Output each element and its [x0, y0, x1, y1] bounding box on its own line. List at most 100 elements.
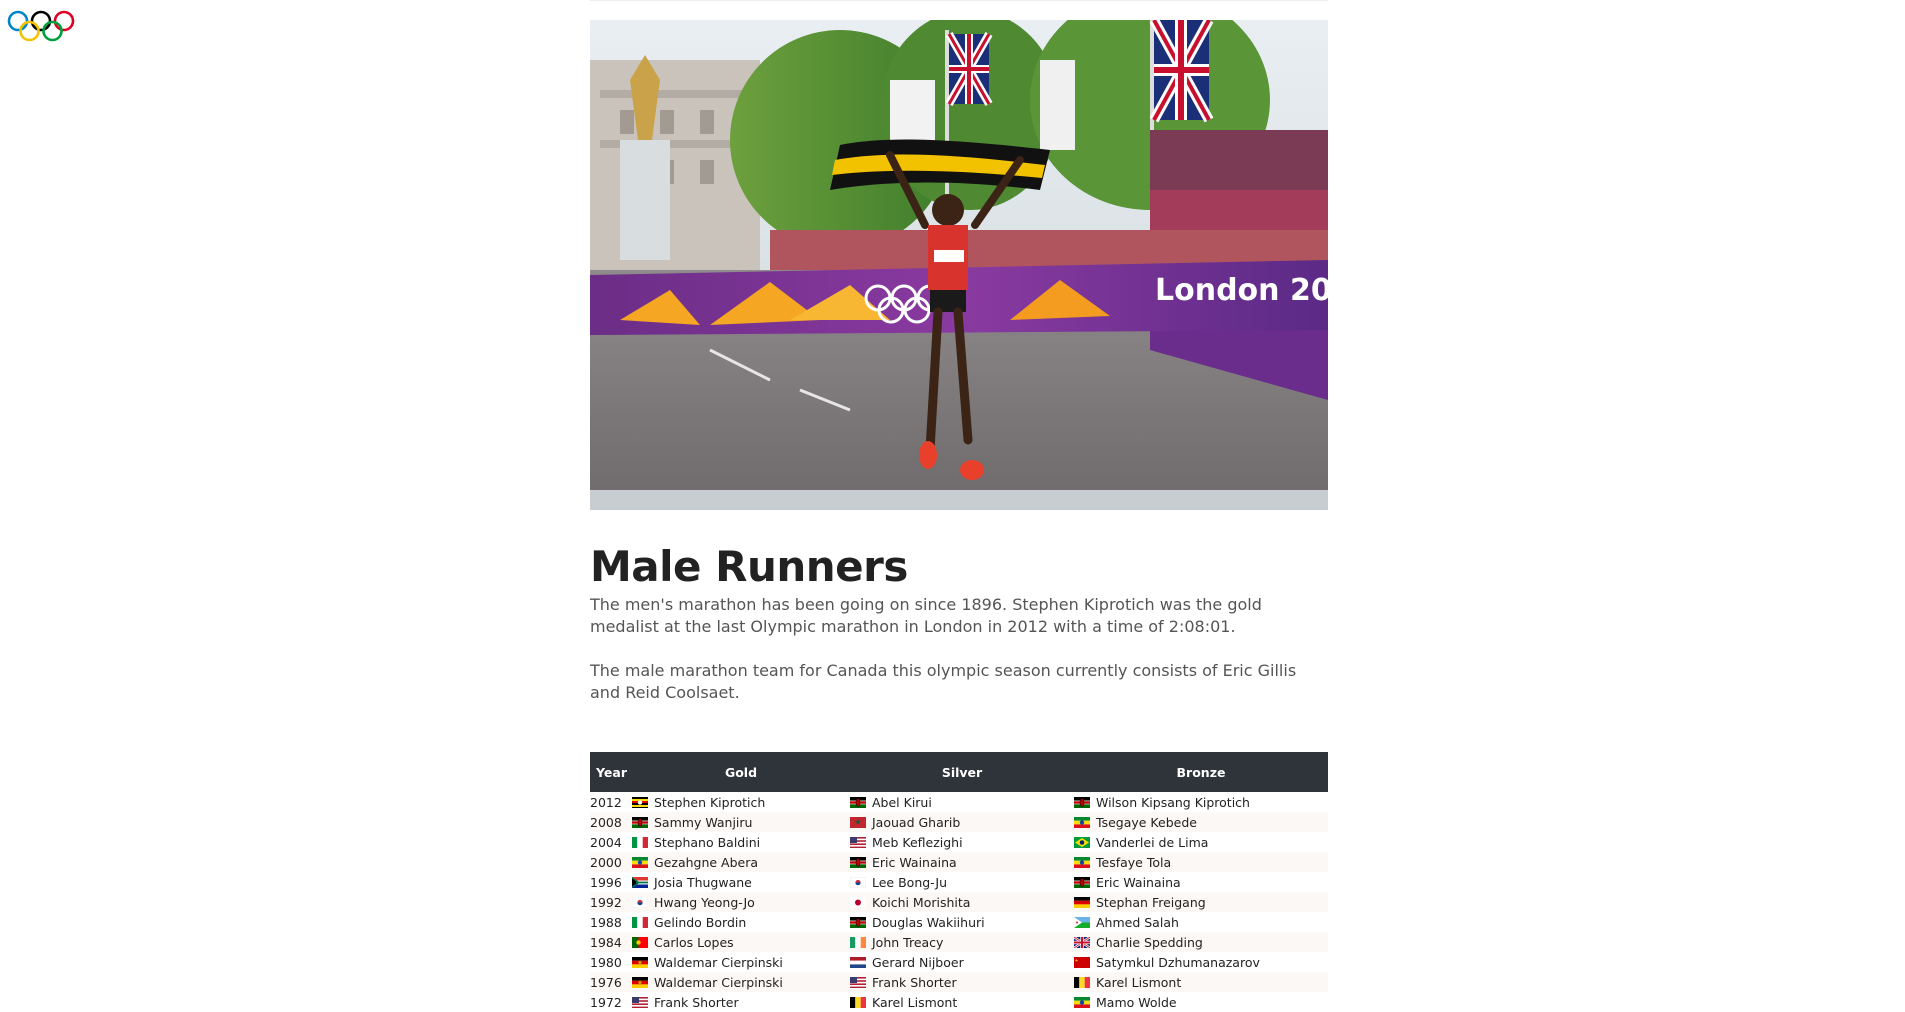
- gold-cell: Stephano Baldini: [632, 832, 850, 852]
- kenya-flag-icon: [850, 856, 866, 868]
- table-row: 1988 Gelindo Bordin Douglas Wakiihuri Ahmed…: [590, 912, 1328, 932]
- gold-athlete: Carlos Lopes: [654, 934, 734, 950]
- bronze-cell: Ahmed Salah: [1074, 912, 1328, 932]
- intro-paragraph: The men's marathon has been going on sin…: [590, 595, 1262, 636]
- header-silver: Silver: [850, 752, 1074, 792]
- bronze-athlete: Stephan Freigang: [1096, 894, 1206, 910]
- gold-cell: Waldemar Cierpinski: [632, 972, 850, 992]
- bronze-athlete: Mamo Wolde: [1096, 994, 1177, 1010]
- top-divider: [590, 0, 1328, 1]
- east-germany-flag-icon: [632, 956, 648, 968]
- ethiopia-flag-icon: [1074, 856, 1090, 868]
- ethiopia-flag-icon: [632, 856, 648, 868]
- djibouti-flag-icon: [1074, 916, 1090, 928]
- gold-cell: Frank Shorter: [632, 992, 850, 1012]
- gold-cell: Carlos Lopes: [632, 932, 850, 952]
- south-korea-flag-icon: [632, 896, 648, 908]
- table-row: 2008 Sammy Wanjiru Jaouad Gharib Tsegaye Ke…: [590, 812, 1328, 832]
- south-africa-flag-icon: [632, 876, 648, 888]
- silver-athlete: Eric Wainaina: [872, 854, 957, 870]
- belgium-flag-icon: [1074, 976, 1090, 988]
- silver-cell: Lee Bong-Ju: [850, 872, 1074, 892]
- table-row: 1992 Hwang Yeong-Jo Koichi Morishita Stepha…: [590, 892, 1328, 912]
- east-germany-flag-icon: [632, 976, 648, 988]
- year-cell: 2012: [590, 794, 622, 810]
- ethiopia-flag-icon: [1074, 816, 1090, 828]
- silver-athlete: Jaouad Gharib: [872, 814, 961, 830]
- gold-cell: Gezahgne Abera: [632, 852, 850, 872]
- gold-cell: Hwang Yeong-Jo: [632, 892, 850, 912]
- silver-athlete: Karel Lismont: [872, 994, 958, 1010]
- year-cell: 2008: [590, 812, 632, 832]
- brazil-flag-icon: [1074, 836, 1090, 848]
- page-title: Male Runners: [590, 542, 908, 591]
- bronze-athlete: Tesfaye Tola: [1096, 854, 1172, 870]
- gold-cell: Sammy Wanjiru: [632, 812, 850, 832]
- year-cell: 1988: [590, 914, 622, 930]
- netherlands-flag-icon: [850, 956, 866, 968]
- gold-cell: Josia Thugwane: [632, 872, 850, 892]
- gold-athlete: Waldemar Cierpinski: [654, 954, 783, 970]
- gold-cell: Gelindo Bordin: [632, 912, 850, 932]
- silver-athlete: Lee Bong-Ju: [872, 874, 947, 890]
- bronze-cell: Charlie Spedding: [1074, 932, 1328, 952]
- silver-athlete: Gerard Nijboer: [872, 954, 964, 970]
- bronze-cell: Tesfaye Tola: [1074, 852, 1328, 872]
- gold-athlete: Frank Shorter: [654, 994, 739, 1010]
- kenya-flag-icon: [850, 796, 866, 808]
- italy-flag-icon: [632, 836, 648, 848]
- olympic-rings-icon[interactable]: [6, 8, 76, 46]
- bronze-athlete: Satymkul Dzhumanazarov: [1096, 954, 1260, 970]
- bronze-athlete: Wilson Kipsang Kiprotich: [1096, 794, 1250, 810]
- bronze-cell: Mamo Wolde: [1074, 992, 1328, 1012]
- gold-cell: Stephen Kiprotich: [632, 792, 850, 812]
- morocco-flag-icon: [850, 816, 866, 828]
- year-cell: 1976: [590, 972, 632, 992]
- kenya-flag-icon: [1074, 876, 1090, 888]
- team-paragraph: The male marathon team for Canada this o…: [590, 661, 1297, 702]
- silver-athlete: Meb Keflezighi: [872, 834, 963, 850]
- bronze-cell: Stephan Freigang: [1074, 892, 1328, 912]
- usa-flag-icon: [850, 976, 866, 988]
- header-gold: Gold: [632, 752, 850, 792]
- silver-athlete: Frank Shorter: [872, 974, 957, 990]
- germany-flag-icon: [1074, 896, 1090, 908]
- gold-athlete: Sammy Wanjiru: [654, 814, 753, 830]
- silver-athlete: John Treacy: [872, 934, 944, 950]
- table-row: 1972 Frank Shorter Karel Lismont Mamo Wolde: [590, 992, 1328, 1012]
- marathon-finish-photo: London 2012: [590, 20, 1328, 510]
- ussr-flag-icon: [1074, 956, 1090, 968]
- uganda-flag-icon: [632, 796, 648, 808]
- gold-athlete: Stephano Baldini: [654, 834, 761, 850]
- table-row: 2004 Stephano Baldini Meb Keflezighi Vander…: [590, 832, 1328, 852]
- uk-flag-icon: [1074, 936, 1090, 948]
- table-row: 2012 Stephen Kiprotich Abel Kirui Wilson Ki…: [590, 792, 1328, 812]
- table-row: 1984 Carlos Lopes John Treacy Charlie Spedd…: [590, 932, 1328, 952]
- silver-cell: Abel Kirui: [850, 792, 1074, 812]
- gold-cell: Waldemar Cierpinski: [632, 952, 850, 972]
- table-row: 1976 Waldemar Cierpinski Frank Shorter Kare…: [590, 972, 1328, 992]
- medal-table: Year Gold Silver Bronze 2012 Stephen Kipr…: [590, 752, 1328, 1012]
- year-cell: 2004: [590, 834, 622, 850]
- silver-cell: Jaouad Gharib: [850, 812, 1074, 832]
- bronze-athlete: Vanderlei de Lima: [1096, 834, 1209, 850]
- bronze-cell: Vanderlei de Lima: [1074, 832, 1328, 852]
- silver-cell: Gerard Nijboer: [850, 952, 1074, 972]
- svg-text:London 2012: London 2012: [1155, 273, 1328, 308]
- silver-cell: Douglas Wakiihuri: [850, 912, 1074, 932]
- year-cell: 1996: [590, 874, 622, 890]
- ireland-flag-icon: [850, 936, 866, 948]
- italy-flag-icon: [632, 916, 648, 928]
- gold-athlete: Gezahgne Abera: [654, 854, 759, 870]
- bronze-athlete: Ahmed Salah: [1096, 914, 1179, 930]
- south-korea-flag-icon: [850, 876, 866, 888]
- bronze-cell: Karel Lismont: [1074, 972, 1328, 992]
- portugal-flag-icon: [632, 936, 648, 948]
- silver-athlete: Douglas Wakiihuri: [872, 914, 985, 930]
- silver-cell: Koichi Morishita: [850, 892, 1074, 912]
- silver-cell: Eric Wainaina: [850, 852, 1074, 872]
- bronze-cell: Tsegaye Kebede: [1074, 812, 1328, 832]
- bronze-athlete: Karel Lismont: [1096, 974, 1182, 990]
- gold-athlete: Hwang Yeong-Jo: [654, 894, 755, 910]
- year-cell: 1980: [590, 954, 622, 970]
